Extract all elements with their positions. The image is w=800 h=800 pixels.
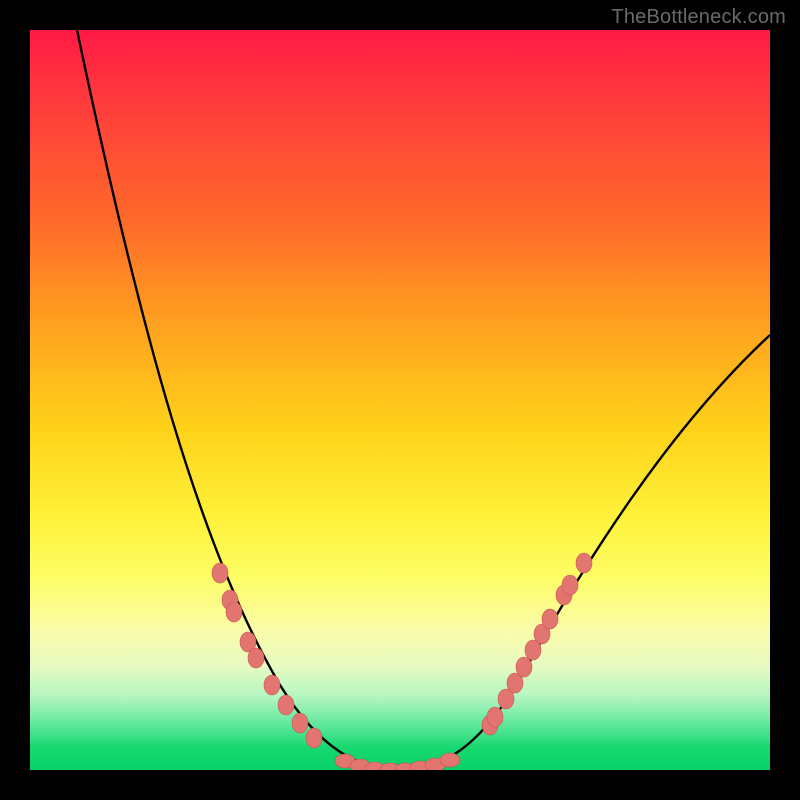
curve-marker: [440, 753, 460, 767]
curve-marker: [542, 609, 558, 629]
chart-plot-area: [30, 30, 770, 770]
curve-marker: [212, 563, 228, 583]
markers-valley: [335, 753, 460, 770]
bottleneck-curve-svg: [30, 30, 770, 770]
curve-marker: [576, 553, 592, 573]
markers-left-branch: [212, 563, 322, 748]
markers-right-branch: [482, 553, 592, 735]
curve-marker: [226, 602, 242, 622]
curve-marker: [292, 713, 308, 733]
curve-marker: [248, 648, 264, 668]
watermark-text: TheBottleneck.com: [611, 6, 786, 29]
curve-marker: [487, 707, 503, 727]
bottleneck-curve-path: [77, 30, 770, 770]
curve-marker: [516, 657, 532, 677]
curve-marker: [278, 695, 294, 715]
curve-marker: [306, 728, 322, 748]
curve-marker: [264, 675, 280, 695]
curve-marker: [562, 575, 578, 595]
